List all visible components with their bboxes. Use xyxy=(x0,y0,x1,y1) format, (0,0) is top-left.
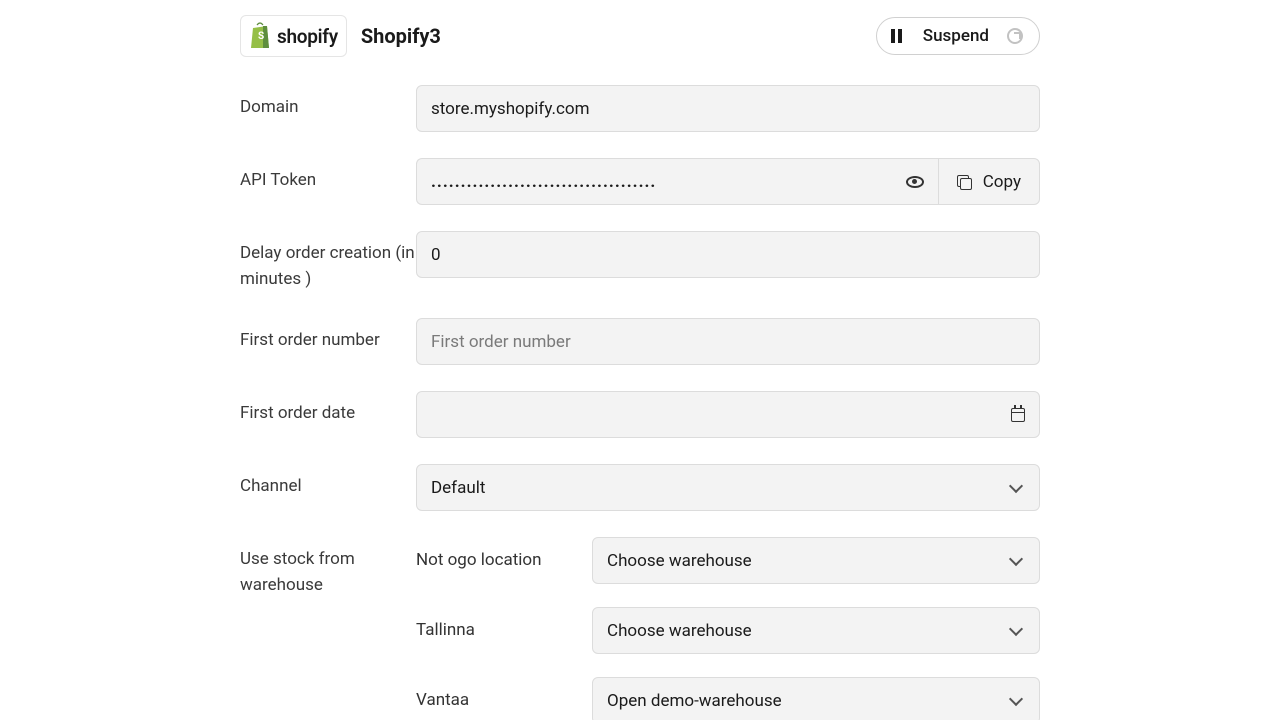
clock-icon xyxy=(1007,28,1023,44)
copy-icon xyxy=(957,175,971,189)
warehouse-row-label: Tallinna xyxy=(416,607,592,643)
chevron-down-icon xyxy=(1009,551,1023,565)
svg-text:S: S xyxy=(258,31,264,42)
chevron-down-icon xyxy=(1009,691,1023,705)
domain-input[interactable]: store.myshopify.com xyxy=(416,85,1040,132)
delay-input[interactable]: 0 xyxy=(416,231,1040,278)
first-order-number-label: First order number xyxy=(240,318,416,354)
warehouse-row-label: Vantaa xyxy=(416,677,592,713)
suspend-button[interactable]: Suspend xyxy=(876,17,1040,55)
api-token-label: API Token xyxy=(240,158,416,194)
delay-label: Delay order creation (in minutes ) xyxy=(240,231,416,292)
api-token-value: ...................................... xyxy=(431,172,656,192)
page-title: Shopify3 xyxy=(361,24,441,48)
pause-icon xyxy=(891,29,905,43)
first-order-date-label: First order date xyxy=(240,391,416,427)
shopify-logo-text: shopify xyxy=(277,25,338,48)
channel-value: Default xyxy=(431,478,485,498)
warehouse-value: Choose warehouse xyxy=(607,621,752,641)
warehouse-row-label: Not ogo location xyxy=(416,537,592,573)
warehouse-value: Choose warehouse xyxy=(607,551,752,571)
use-stock-label: Use stock from warehouse xyxy=(240,537,416,598)
first-order-number-placeholder: First order number xyxy=(431,332,571,352)
shopify-logo: S shopify xyxy=(240,15,347,57)
calendar-icon xyxy=(1011,408,1025,422)
eye-icon[interactable] xyxy=(906,176,924,188)
shopify-bag-icon: S xyxy=(249,22,273,50)
copy-button[interactable]: Copy xyxy=(938,158,1040,205)
suspend-label: Suspend xyxy=(923,26,989,46)
channel-select[interactable]: Default xyxy=(416,464,1040,511)
channel-label: Channel xyxy=(240,464,416,500)
warehouse-select-not-ogo[interactable]: Choose warehouse xyxy=(592,537,1040,584)
copy-label: Copy xyxy=(983,172,1021,192)
api-token-input[interactable]: ...................................... xyxy=(416,158,938,205)
warehouse-select-tallinna[interactable]: Choose warehouse xyxy=(592,607,1040,654)
warehouse-select-vantaa[interactable]: Open demo-warehouse xyxy=(592,677,1040,720)
domain-label: Domain xyxy=(240,85,416,121)
chevron-down-icon xyxy=(1009,621,1023,635)
delay-value: 0 xyxy=(431,245,441,265)
warehouse-value: Open demo-warehouse xyxy=(607,691,782,711)
chevron-down-icon xyxy=(1009,478,1023,492)
domain-value: store.myshopify.com xyxy=(431,99,589,119)
first-order-number-input[interactable]: First order number xyxy=(416,318,1040,365)
first-order-date-input[interactable] xyxy=(416,391,1040,438)
